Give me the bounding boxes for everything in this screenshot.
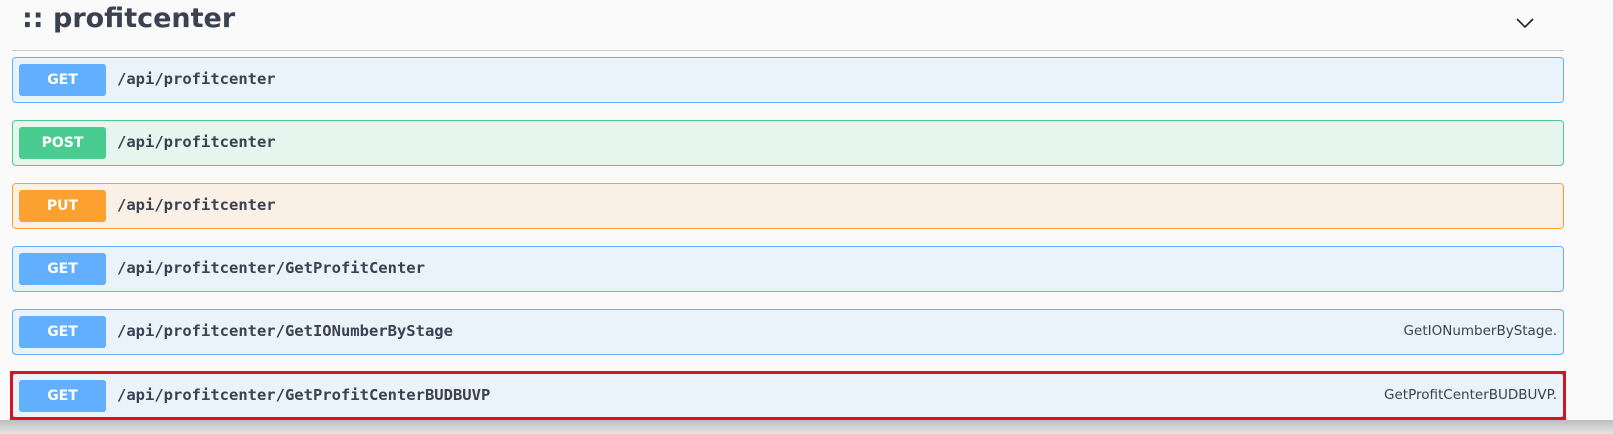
operation-get-getionumberbystage[interactable]: GET /api/profitcenter/GetIONumberByStage… xyxy=(12,309,1564,355)
operation-path: /api/profitcenter/GetIONumberByStage xyxy=(117,322,453,340)
operation-summary: GetIONumberByStage. xyxy=(1403,323,1557,339)
method-badge-get: GET xyxy=(19,316,106,348)
chevron-down-icon[interactable] xyxy=(1514,12,1536,34)
operation-path: /api/profitcenter/GetProfitCenter xyxy=(117,259,425,277)
method-badge-get: GET xyxy=(19,64,106,96)
operation-get-getprofitcenter[interactable]: GET /api/profitcenter/GetProfitCenter xyxy=(12,246,1564,292)
method-badge-get: GET xyxy=(19,380,106,412)
section-header-profitcenter[interactable]: :: profitcenter xyxy=(12,0,1564,51)
page-bottom-shadow xyxy=(0,420,1613,434)
operation-put-profitcenter[interactable]: PUT /api/profitcenter xyxy=(12,183,1564,229)
method-badge-get: GET xyxy=(19,253,106,285)
operation-get-profitcenter[interactable]: GET /api/profitcenter xyxy=(12,57,1564,103)
operation-summary: GetProfitCenterBUDBUVP. xyxy=(1384,387,1557,403)
operation-path: /api/profitcenter/GetProfitCenterBUDBUVP xyxy=(117,386,491,404)
operation-path: /api/profitcenter xyxy=(117,196,276,214)
method-badge-put: PUT xyxy=(19,190,106,222)
operation-post-profitcenter[interactable]: POST /api/profitcenter xyxy=(12,120,1564,166)
operation-path: /api/profitcenter xyxy=(117,133,276,151)
operation-get-getprofitcenterbudbuvp[interactable]: GET /api/profitcenter/GetProfitCenterBUD… xyxy=(12,373,1564,418)
section-title: :: profitcenter xyxy=(22,3,236,34)
operation-path: /api/profitcenter xyxy=(117,70,276,88)
method-badge-post: POST xyxy=(19,127,106,159)
